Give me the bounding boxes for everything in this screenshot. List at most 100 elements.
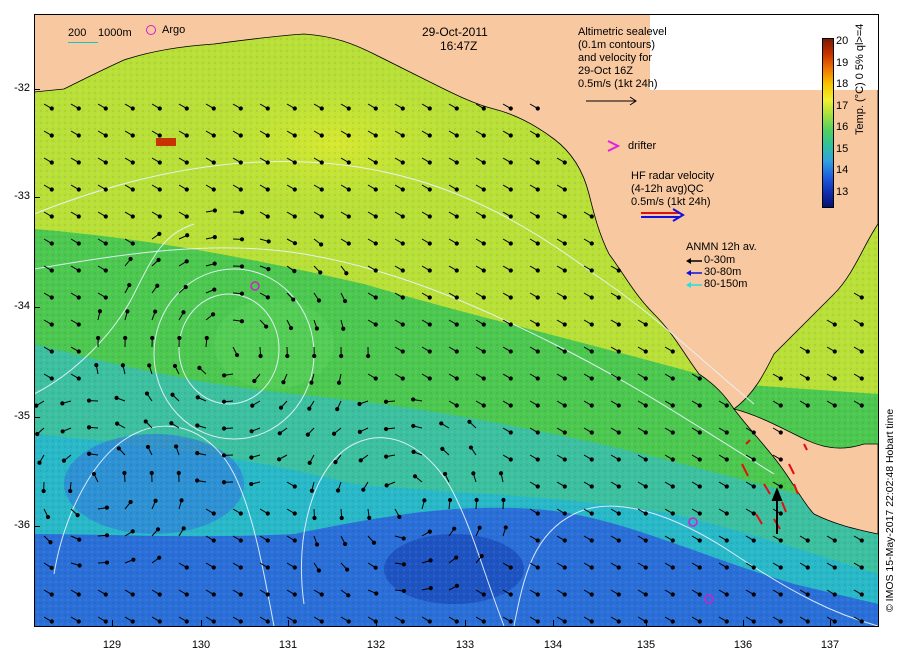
velocity-arrow-head	[130, 529, 135, 534]
velocity-arrow-head	[535, 484, 540, 489]
velocity-arrow-head	[266, 239, 271, 244]
velocity-arrow-head	[670, 403, 675, 408]
velocity-arrow-head	[49, 133, 54, 138]
velocity-arrow-head	[859, 376, 864, 381]
velocity-arrow-head	[481, 133, 486, 138]
map-date: 29-Oct-2011	[422, 25, 488, 39]
velocity-arrow-head	[103, 187, 108, 192]
velocity-arrow-head	[373, 295, 378, 300]
velocity-arrow-head	[562, 457, 567, 462]
velocity-arrow-head	[724, 511, 729, 516]
velocity-arrow-head	[670, 349, 675, 354]
velocity-arrow-head	[157, 619, 162, 624]
velocity-arrow-head	[477, 525, 482, 530]
velocity-arrow-head	[49, 592, 54, 597]
velocity-arrow-head	[670, 376, 675, 381]
velocity-arrow-head	[670, 430, 675, 435]
longitude-tick-label: 132	[366, 639, 386, 651]
velocity-arrow-head	[481, 349, 486, 354]
velocity-arrow-head	[357, 429, 362, 434]
velocity-arrow-head	[211, 160, 216, 165]
velocity-arrow-head	[318, 270, 323, 275]
velocity-arrow-head	[346, 133, 351, 138]
velocity-arrow-head	[859, 295, 864, 300]
velocity-arrow-head	[724, 592, 729, 597]
depth-line-swatch	[68, 42, 98, 43]
colorbar-tick-label: 15	[836, 142, 849, 155]
velocity-arrow-head	[76, 106, 81, 111]
velocity-arrow-head	[309, 380, 314, 385]
velocity-arrow-head	[859, 403, 864, 408]
velocity-arrow-head	[312, 353, 317, 359]
sst-map	[34, 14, 878, 626]
velocity-arrow-head	[316, 298, 322, 303]
velocity-arrow-head	[778, 592, 783, 597]
velocity-arrow-head	[508, 133, 513, 138]
latitude-tick-label: -36	[14, 519, 30, 531]
velocity-arrow-head	[562, 538, 567, 543]
velocity-arrow-head	[535, 619, 540, 624]
velocity-arrow-head	[697, 457, 702, 462]
velocity-arrow-head	[239, 264, 245, 269]
altimetry-line-4: 29-Oct 16Z	[578, 65, 634, 77]
velocity-arrow-head	[562, 565, 567, 570]
latitude-tick-label: -32	[14, 82, 30, 94]
velocity-arrow-head	[292, 619, 297, 624]
velocity-arrow-head	[481, 187, 486, 192]
velocity-arrow-head	[344, 271, 349, 276]
velocity-arrow-head	[184, 565, 189, 570]
velocity-arrow-head	[859, 349, 864, 354]
velocity-arrow-head	[309, 488, 314, 493]
velocity-arrow-head	[319, 242, 324, 247]
velocity-arrow-head	[319, 187, 324, 192]
velocity-arrow-head	[116, 446, 121, 451]
velocity-arrow-head	[292, 592, 297, 597]
longitude-tick-label: 136	[733, 639, 753, 651]
velocity-arrow-head	[292, 565, 297, 570]
velocity-arrow-head	[832, 349, 837, 354]
velocity-arrow-head	[265, 592, 270, 597]
velocity-arrow-head	[103, 133, 108, 138]
velocity-arrow-head	[316, 568, 322, 573]
velocity-arrow-head	[383, 426, 389, 432]
velocity-arrow-head	[114, 395, 119, 400]
velocity-arrow-head	[697, 484, 702, 489]
velocity-arrow-head	[439, 421, 444, 426]
velocity-arrow-head	[346, 619, 351, 624]
velocity-arrow-head	[427, 619, 432, 624]
velocity-arrow-head	[176, 470, 181, 476]
velocity-arrow-head	[49, 241, 54, 246]
velocity-arrow-head	[643, 403, 648, 408]
latitude-tick	[34, 417, 40, 418]
velocity-arrow-head	[832, 619, 837, 624]
velocity-arrow-head	[195, 423, 200, 428]
velocity-arrow-head	[643, 349, 648, 354]
velocity-arrow-head	[130, 241, 135, 246]
velocity-arrow-head	[751, 484, 756, 489]
depth-200-label: 200	[68, 27, 87, 39]
velocity-arrow-head	[697, 430, 702, 435]
velocity-arrow-head	[239, 237, 245, 242]
velocity-arrow-head	[589, 376, 594, 381]
velocity-arrow-head	[157, 160, 162, 165]
longitude-tick	[646, 620, 647, 626]
velocity-arrow-head	[184, 259, 189, 264]
velocity-arrow-head	[145, 444, 151, 450]
velocity-arrow-head	[103, 295, 108, 300]
velocity-arrow-head	[400, 133, 405, 138]
velocity-arrow-head	[77, 537, 82, 542]
colorbar-tick-label: 17	[836, 99, 849, 112]
velocity-arrow-head	[481, 322, 486, 327]
velocity-arrow-head	[75, 512, 80, 518]
velocity-arrow-head	[562, 430, 567, 435]
velocity-arrow-head	[400, 106, 405, 111]
velocity-arrow-head	[616, 268, 621, 273]
velocity-arrow-head	[184, 187, 189, 192]
velocity-arrow-head	[184, 133, 189, 138]
velocity-arrow-head	[616, 322, 621, 327]
velocity-arrow-head	[373, 241, 378, 246]
velocity-arrow-head	[147, 363, 152, 368]
velocity-arrow-head	[670, 484, 675, 489]
velocity-arrow-head	[508, 295, 513, 300]
velocity-arrow-head	[130, 592, 135, 597]
